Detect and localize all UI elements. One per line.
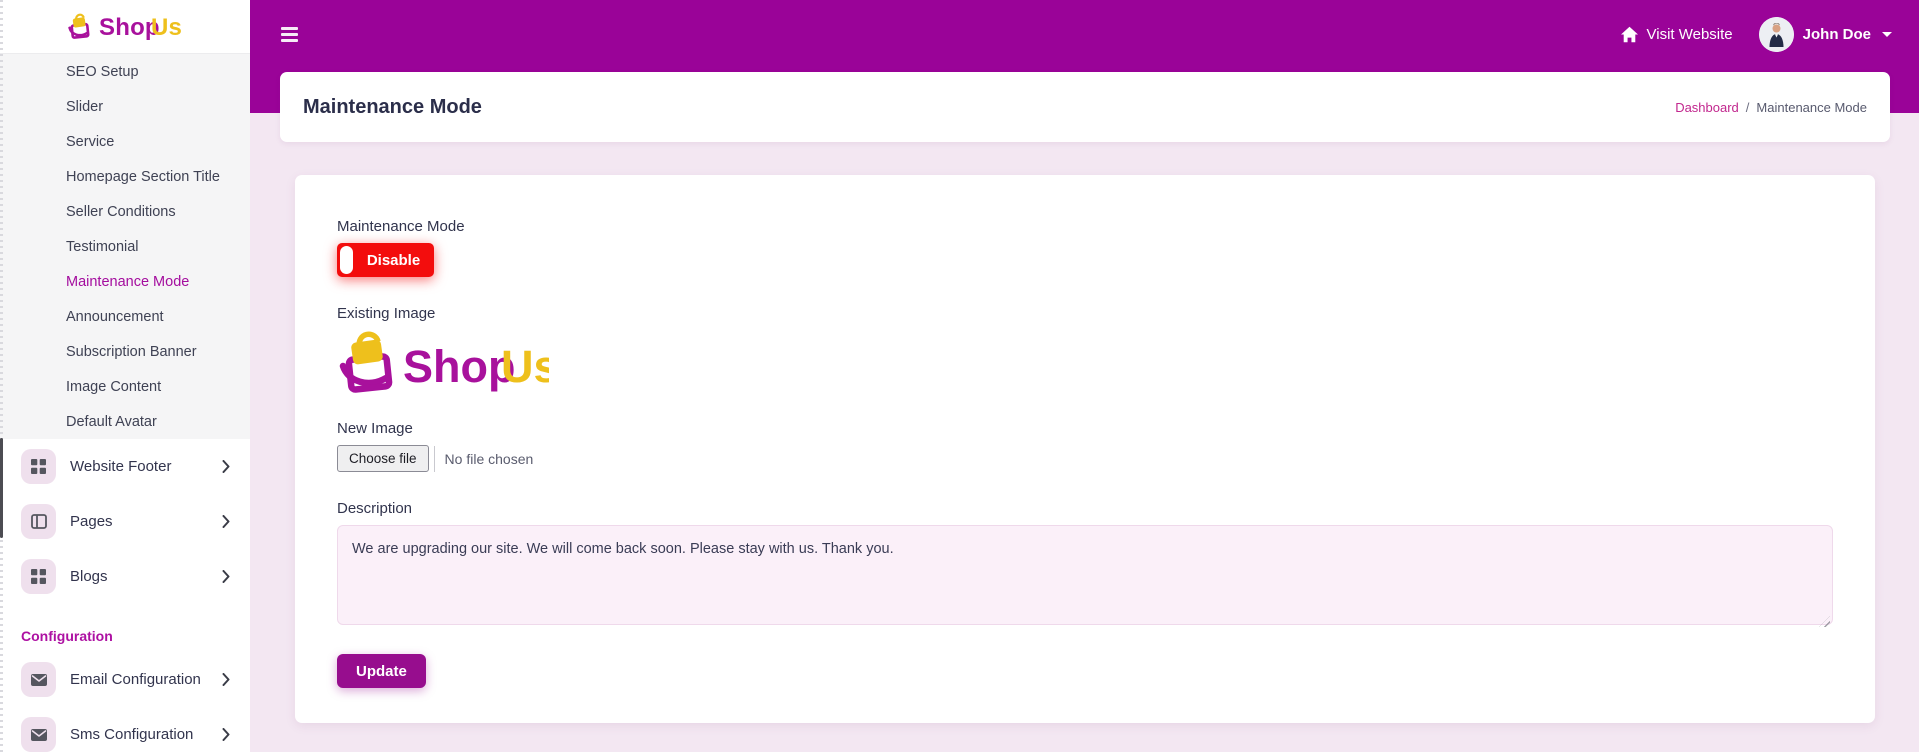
svg-text:Shop: Shop	[403, 341, 515, 392]
sidebar-item-label: Blogs	[70, 568, 208, 585]
page-title: Maintenance Mode	[303, 96, 482, 119]
chevron-right-icon	[222, 515, 230, 528]
visit-website-link[interactable]: Visit Website	[1620, 26, 1733, 43]
visit-website-label: Visit Website	[1647, 26, 1733, 43]
grid-icon	[21, 449, 56, 484]
sidebar-item-slider[interactable]: Slider	[0, 89, 250, 124]
sidebar-item-subscription-banner[interactable]: Subscription Banner	[0, 334, 250, 369]
topbar-right: Visit Website John Doe	[1620, 17, 1893, 52]
chevron-right-icon	[222, 570, 230, 583]
website-setup-submenu: SEO Setup Slider Service Homepage Sectio…	[0, 53, 250, 439]
chevron-right-icon	[222, 460, 230, 473]
maintenance-mode-toggle[interactable]: Disable	[337, 243, 434, 277]
sidebar-item-seller-conditions[interactable]: Seller Conditions	[0, 194, 250, 229]
topbar: Visit Website John Doe	[250, 0, 1919, 68]
shopping-bag-icon	[67, 12, 93, 42]
sidebar-item-website-footer[interactable]: Website Footer	[0, 439, 250, 494]
new-image-label: New Image	[337, 420, 1833, 437]
layout-columns-icon	[21, 504, 56, 539]
sidebar-item-email-configuration[interactable]: Email Configuration	[0, 652, 250, 707]
envelope-icon	[21, 662, 56, 697]
breadcrumb-separator: /	[1746, 100, 1750, 115]
sidebar-toggle-button[interactable]	[281, 27, 298, 42]
breadcrumb: Dashboard / Maintenance Mode	[1675, 100, 1867, 115]
choose-file-button[interactable]: Choose file	[337, 445, 429, 472]
chevron-right-icon	[222, 728, 230, 741]
sidebar-item-pages[interactable]: Pages	[0, 494, 250, 549]
main-area: Visit Website John Doe	[250, 0, 1919, 752]
brand-logo[interactable]: Shop Us	[67, 12, 183, 42]
sidebar-item-sms-configuration[interactable]: Sms Configuration	[0, 707, 250, 752]
sidebar-item-homepage-section-title[interactable]: Homepage Section Title	[0, 159, 250, 194]
avatar	[1759, 17, 1794, 52]
sidebar-item-label: Pages	[70, 513, 208, 530]
maintenance-form-card: Maintenance Mode Disable Existing Image …	[295, 175, 1875, 723]
existing-image-logo: Shop Us	[337, 330, 549, 396]
toggle-knob	[340, 246, 353, 274]
brand-wordmark: Shop Us	[99, 13, 183, 41]
sidebar-item-label: Sms Configuration	[70, 726, 208, 743]
sidebar-item-service[interactable]: Service	[0, 124, 250, 159]
maintenance-mode-label: Maintenance Mode	[337, 218, 1833, 235]
grid-icon	[21, 559, 56, 594]
user-name: John Doe	[1803, 26, 1871, 43]
existing-image-label: Existing Image	[337, 305, 1833, 322]
sidebar-item-image-content[interactable]: Image Content	[0, 369, 250, 404]
file-input-divider	[434, 446, 435, 472]
sidebar-item-maintenance-mode[interactable]: Maintenance Mode	[0, 264, 250, 299]
page-header-card: Maintenance Mode Dashboard / Maintenance…	[280, 72, 1890, 142]
description-textarea[interactable]: We are upgrading our site. We will come …	[337, 525, 1833, 625]
svg-text:Us: Us	[501, 341, 549, 392]
sidebar-item-announcement[interactable]: Announcement	[0, 299, 250, 334]
sidebar: Shop Us SEO Setup Slider Service Homepag…	[0, 0, 250, 752]
home-icon	[1620, 26, 1639, 43]
toggle-state-label: Disable	[367, 252, 420, 269]
sidebar-logo-row: Shop Us	[0, 0, 250, 53]
envelope-icon	[21, 717, 56, 752]
app-root: Shop Us SEO Setup Slider Service Homepag…	[0, 0, 1919, 752]
sidebar-item-label: Website Footer	[70, 458, 208, 475]
sidebar-item-seo-setup[interactable]: SEO Setup	[0, 54, 250, 89]
breadcrumb-dashboard-link[interactable]: Dashboard	[1675, 100, 1739, 115]
breadcrumb-current: Maintenance Mode	[1756, 100, 1867, 115]
svg-text:Us: Us	[151, 14, 182, 41]
file-input: Choose file No file chosen	[337, 445, 1833, 472]
sidebar-item-blogs[interactable]: Blogs	[0, 549, 250, 604]
sidebar-scrollbar-thumb[interactable]	[0, 438, 3, 538]
configuration-section-header: Configuration	[0, 604, 250, 652]
description-label: Description	[337, 500, 1833, 517]
update-button[interactable]: Update	[337, 654, 426, 688]
chevron-down-icon	[1882, 32, 1892, 37]
sidebar-item-default-avatar[interactable]: Default Avatar	[0, 404, 250, 439]
chevron-right-icon	[222, 673, 230, 686]
sidebar-item-label: Email Configuration	[70, 671, 208, 688]
user-menu[interactable]: John Doe	[1759, 17, 1892, 52]
file-status-text: No file chosen	[445, 451, 534, 467]
sidebar-item-testimonial[interactable]: Testimonial	[0, 229, 250, 264]
sidebar-scrollbar-track	[0, 0, 3, 752]
